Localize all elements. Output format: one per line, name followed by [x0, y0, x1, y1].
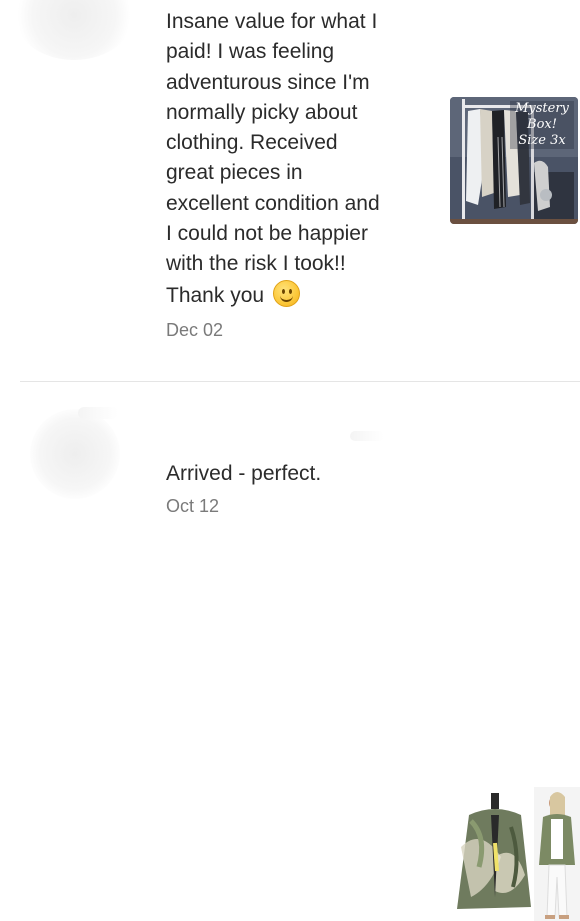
reviewer-avatar[interactable] — [30, 409, 120, 499]
review-photo-thumbnail[interactable]: Mystery Box! Size 3x — [450, 97, 578, 224]
kimono-cardigan-photo-icon — [451, 787, 580, 921]
review-photo-thumbnail[interactable] — [451, 787, 580, 921]
review-text-body: Insane value for what I paid! I was feel… — [166, 10, 380, 307]
review-text: Arrived - perfect. — [166, 462, 322, 485]
reviewer-meta — [350, 431, 384, 441]
review-divider — [20, 381, 580, 382]
mystery-label-line-2: Box! — [527, 117, 557, 132]
review-date: Dec 02 — [166, 320, 224, 340]
reviewer-name[interactable] — [78, 407, 118, 419]
review-item: Insane value for what I paid! I was feel… — [0, 0, 580, 382]
review-text: Insane value for what I paid! I was feel… — [166, 7, 380, 311]
mystery-label-line-1: Mystery — [515, 101, 569, 116]
smiling-face-icon — [272, 279, 300, 307]
review-item: Arrived - perfect. Oct 12 — [0, 383, 580, 921]
reviewer-avatar[interactable] — [14, 0, 134, 60]
mystery-label-line-3: Size 3x — [518, 133, 566, 148]
review-date: Oct 12 — [166, 496, 220, 516]
mystery-box-label: Mystery Box! Size 3x — [510, 101, 574, 149]
